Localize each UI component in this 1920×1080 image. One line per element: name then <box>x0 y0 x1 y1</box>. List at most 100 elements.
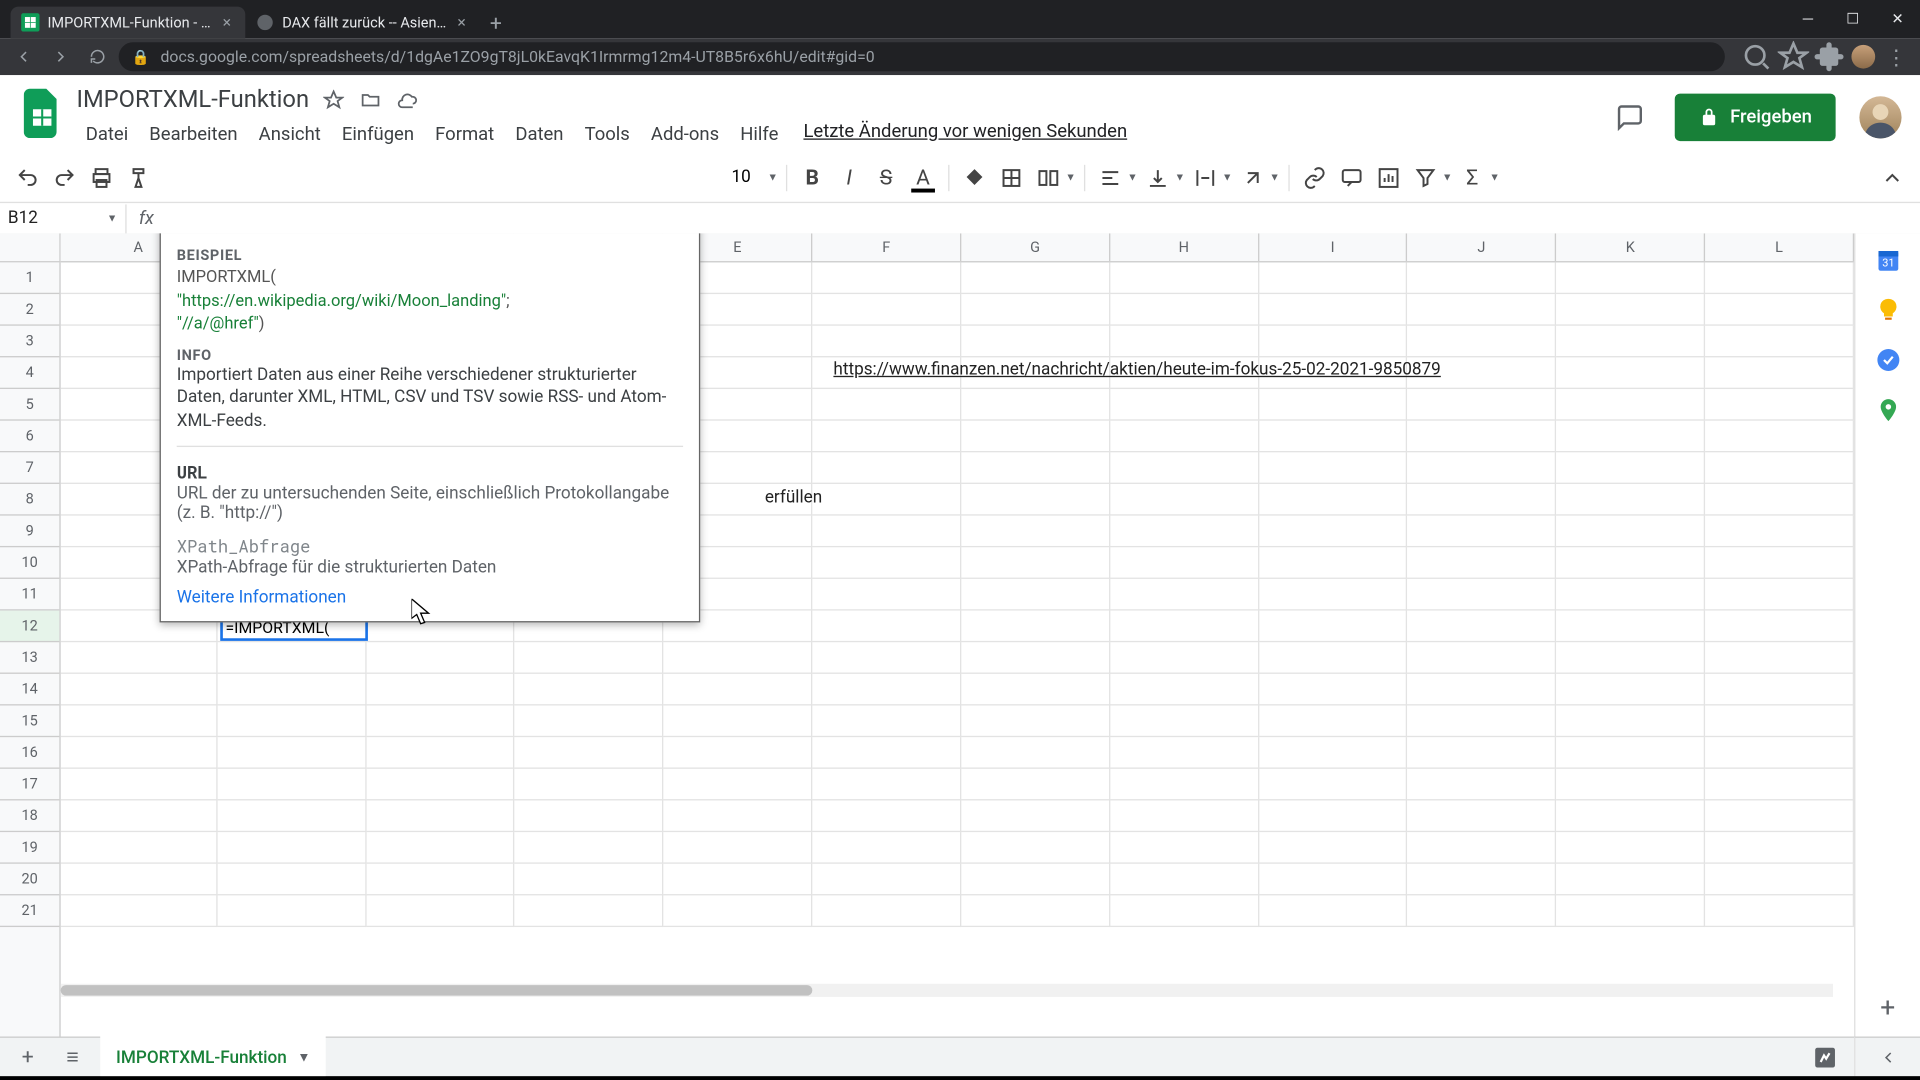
cell[interactable] <box>961 262 1110 294</box>
row-header[interactable]: 1 <box>0 262 59 294</box>
cell[interactable] <box>1705 294 1854 326</box>
cell[interactable] <box>812 737 961 769</box>
filter-button[interactable] <box>1408 160 1442 194</box>
cell[interactable] <box>1408 389 1557 421</box>
cell[interactable] <box>217 706 366 738</box>
cell[interactable] <box>1408 484 1557 516</box>
cell[interactable] <box>61 737 218 769</box>
menu-datei[interactable]: Datei <box>76 121 137 147</box>
cell[interactable] <box>812 262 961 294</box>
cell[interactable] <box>961 864 1110 896</box>
cell[interactable] <box>1110 326 1259 358</box>
cell[interactable] <box>1408 642 1557 674</box>
browser-tab-0[interactable]: IMPORTXML-Funktion - Google × <box>11 7 246 39</box>
cell[interactable] <box>515 864 664 896</box>
column-header[interactable]: J <box>1408 233 1557 261</box>
cell[interactable] <box>1259 864 1408 896</box>
sheets-logo[interactable] <box>18 83 65 144</box>
cell[interactable] <box>61 895 218 927</box>
cell[interactable] <box>1705 706 1854 738</box>
menu-bearbeiten[interactable]: Bearbeiten <box>140 121 247 147</box>
more-info-link[interactable]: Weitere Informationen <box>177 588 683 608</box>
cell[interactable] <box>961 547 1110 579</box>
paint-format-button[interactable] <box>121 160 155 194</box>
column-header[interactable]: F <box>812 233 961 261</box>
cell[interactable] <box>217 800 366 832</box>
row-header[interactable]: 13 <box>0 642 59 674</box>
add-sheet-button[interactable]: + <box>11 1042 45 1071</box>
row-header[interactable]: 2 <box>0 294 59 326</box>
cell[interactable] <box>1705 864 1854 896</box>
cell[interactable] <box>1556 484 1705 516</box>
select-all-corner[interactable] <box>0 233 61 262</box>
italic-button[interactable]: I <box>832 160 866 194</box>
cell[interactable] <box>1556 262 1705 294</box>
cell[interactable] <box>812 706 961 738</box>
cell[interactable] <box>1110 484 1259 516</box>
cell[interactable] <box>1705 674 1854 706</box>
cell[interactable] <box>217 864 366 896</box>
row-header[interactable]: 8 <box>0 484 59 516</box>
show-side-panel-button[interactable] <box>1854 1036 1920 1076</box>
insert-link-button[interactable] <box>1297 160 1331 194</box>
menu-ansicht[interactable]: Ansicht <box>249 121 330 147</box>
cell[interactable] <box>1408 516 1557 548</box>
cell[interactable] <box>1408 547 1557 579</box>
cell[interactable] <box>1259 737 1408 769</box>
cell[interactable] <box>961 611 1110 643</box>
cell[interactable] <box>1556 800 1705 832</box>
menu-daten[interactable]: Daten <box>506 121 573 147</box>
cell[interactable] <box>1408 579 1557 611</box>
row-header[interactable]: 14 <box>0 674 59 706</box>
cell[interactable] <box>1259 484 1408 516</box>
cell[interactable] <box>812 579 961 611</box>
chevron-down-icon[interactable]: ▼ <box>1175 171 1185 183</box>
cell[interactable] <box>217 674 366 706</box>
cell[interactable] <box>515 800 664 832</box>
cell[interactable] <box>366 800 515 832</box>
row-header[interactable]: 12 <box>0 611 59 643</box>
cell[interactable] <box>1408 326 1557 358</box>
cell[interactable] <box>1556 452 1705 484</box>
menu-tools[interactable]: Tools <box>575 121 639 147</box>
cell[interactable] <box>1110 294 1259 326</box>
menu-hilfe[interactable]: Hilfe <box>731 121 788 147</box>
cell[interactable] <box>1556 421 1705 453</box>
menu-addons[interactable]: Add-ons <box>642 121 729 147</box>
cell[interactable] <box>664 674 813 706</box>
account-avatar[interactable] <box>1859 96 1901 138</box>
column-header[interactable]: H <box>1110 233 1259 261</box>
cell[interactable] <box>664 800 813 832</box>
close-icon[interactable]: × <box>454 15 470 31</box>
horizontal-scrollbar[interactable] <box>61 984 1833 997</box>
cell[interactable] <box>1259 262 1408 294</box>
cell[interactable] <box>61 832 218 864</box>
cell[interactable] <box>366 832 515 864</box>
cell[interactable] <box>1705 452 1854 484</box>
cell[interactable] <box>217 737 366 769</box>
cell[interactable] <box>61 864 218 896</box>
column-header[interactable]: K <box>1556 233 1705 261</box>
cell[interactable] <box>1259 895 1408 927</box>
cell[interactable] <box>217 642 366 674</box>
cell[interactable] <box>1408 737 1557 769</box>
cell[interactable] <box>812 642 961 674</box>
column-header[interactable]: L <box>1705 233 1854 261</box>
address-bar[interactable]: 🔒 docs.google.com/spreadsheets/d/1dgAe1Z… <box>119 42 1725 71</box>
cell[interactable] <box>812 547 961 579</box>
row-header[interactable]: 10 <box>0 547 59 579</box>
star-icon[interactable] <box>322 88 346 112</box>
cell[interactable] <box>1110 769 1259 801</box>
add-addon-button[interactable]: + <box>1875 992 1901 1018</box>
cell[interactable] <box>812 294 961 326</box>
cell[interactable] <box>1705 737 1854 769</box>
cell[interactable] <box>1556 674 1705 706</box>
cell[interactable] <box>1705 547 1854 579</box>
cell[interactable] <box>812 484 961 516</box>
cell[interactable] <box>1408 611 1557 643</box>
cell[interactable] <box>1110 674 1259 706</box>
cell[interactable] <box>515 642 664 674</box>
cell[interactable] <box>1259 389 1408 421</box>
cell[interactable] <box>812 832 961 864</box>
cell[interactable] <box>961 389 1110 421</box>
